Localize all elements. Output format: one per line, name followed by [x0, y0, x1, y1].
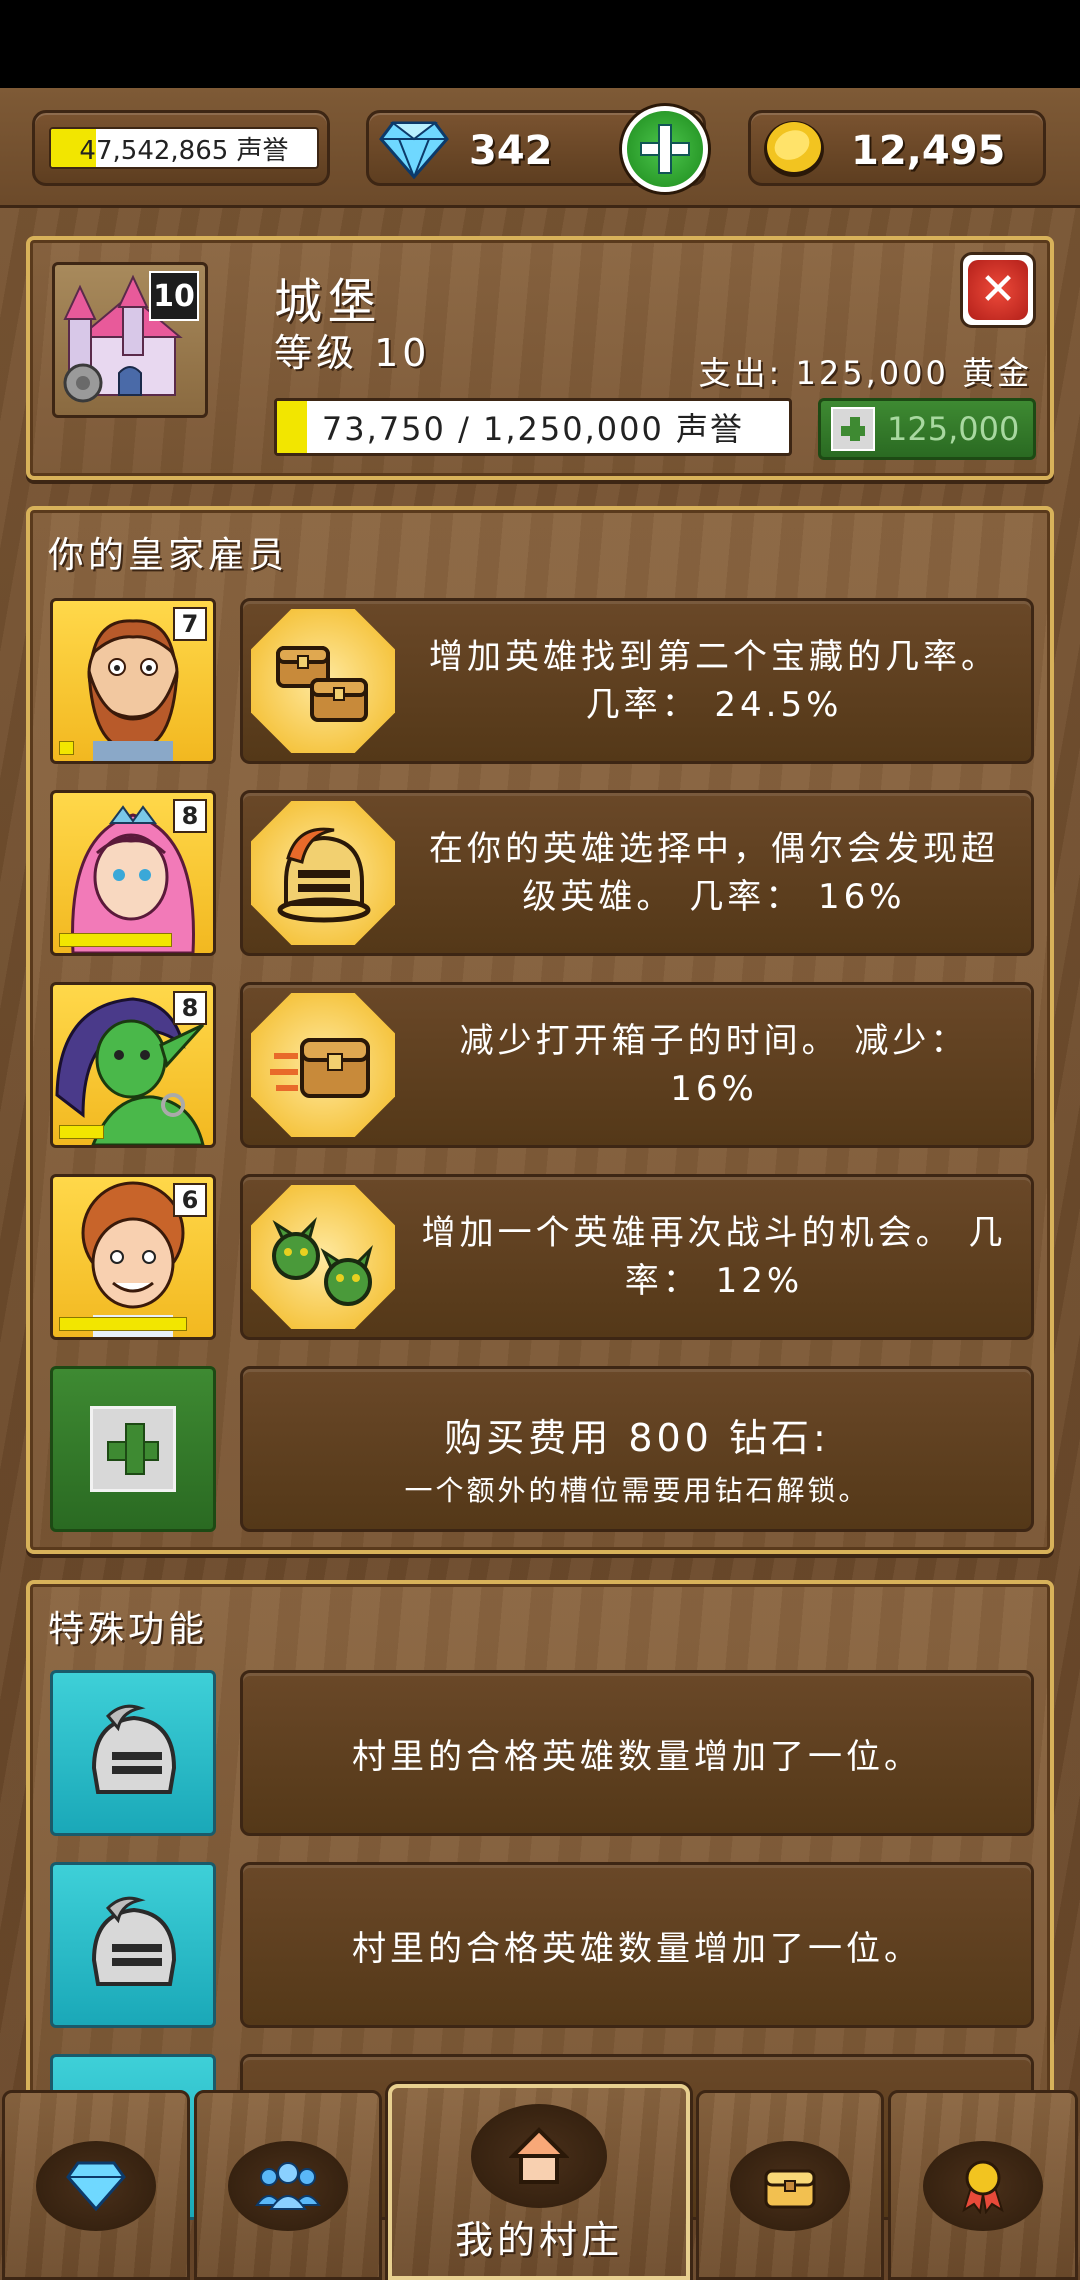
bearded-man-portrait[interactable]: 7	[50, 598, 216, 764]
tab-my-village-label: 我的村庄	[454, 2218, 623, 2262]
gems-count: 342	[469, 128, 553, 174]
feature-description: 村里的合格英雄数量增加了一位。	[352, 1928, 922, 1969]
tab-chests[interactable]	[696, 2090, 884, 2280]
upgrade-cost-label: 支出: 125,000 黄金	[698, 354, 1032, 392]
employee-row[interactable]: 8 减少打开箱子的时间。 减少： 16%	[50, 982, 1034, 1148]
double-chest-svg	[276, 646, 368, 722]
hero-helmet-icon	[251, 801, 395, 945]
fast-chest-svg	[270, 1038, 370, 1098]
tab-shop-oval	[36, 2141, 156, 2231]
gold-pill[interactable]: 12,495	[748, 110, 1046, 186]
reputation-progress-bar: 73,750 / 1,250,000 声誉	[274, 398, 792, 456]
add-gems-button[interactable]	[622, 106, 708, 192]
reputation-pill[interactable]: 47,542,865 声誉	[32, 110, 330, 186]
gold-count: 12,495	[851, 128, 1006, 174]
special-features-panel: 特殊功能 村里的合格英雄数量增加了一位。 村里的合格英雄数量增加了一位。	[26, 1580, 1054, 2220]
feature-description-box: 村里的合格英雄数量增加了一位。	[240, 1670, 1034, 1836]
buy-slot-title: 购买费用 800 钻石:	[444, 1416, 830, 1460]
bottom-navigation: 我的村庄	[0, 2084, 1080, 2280]
employee-level: 6	[173, 1183, 207, 1217]
feature-tile	[50, 1862, 216, 2028]
tab-heroes-oval	[228, 2141, 348, 2231]
reputation-progress-text: 73,750 / 1,250,000 声誉	[321, 410, 745, 448]
employees-title: 你的皇家雇员	[48, 535, 289, 576]
goblin-woman-portrait[interactable]: 8	[50, 982, 216, 1148]
employee-description: 增加一个英雄再次战斗的机会。 几率： 12%	[421, 1213, 1007, 1301]
tab-village-oval	[471, 2104, 607, 2208]
buy-slot-description-box[interactable]: 购买费用 800 钻石: 一个额外的槽位需要用钻石解锁。	[240, 1366, 1034, 1532]
castle-thumbnail[interactable]: 10	[52, 262, 208, 418]
building-level: 等级 10	[274, 331, 431, 375]
diamond-icon	[379, 121, 449, 179]
tab-my-village[interactable]: 我的村庄	[388, 2084, 690, 2280]
buy-slot-subtitle: 一个额外的槽位需要用钻石解锁。	[404, 1474, 870, 1507]
plus-icon-vertical	[658, 124, 672, 174]
employee-description: 增加英雄找到第二个宝藏的几率。 几率： 24.5%	[429, 637, 999, 725]
feature-tile	[50, 1670, 216, 1836]
upgrade-button[interactable]: 125,000	[818, 398, 1036, 460]
employee-description-box: 增加英雄找到第二个宝藏的几率。 几率： 24.5%	[240, 598, 1034, 764]
feature-row: 村里的合格英雄数量增加了一位。	[50, 1862, 1034, 2028]
employee-level: 7	[173, 607, 207, 641]
employee-description: 减少打开箱子的时间。 减少： 16%	[459, 1021, 969, 1109]
curly-boy-portrait[interactable]: 6	[50, 1174, 216, 1340]
employee-description-box: 增加一个英雄再次战斗的机会。 几率： 12%	[240, 1174, 1034, 1340]
gold-coin-icon	[764, 121, 824, 177]
tab-shop[interactable]	[2, 2090, 190, 2280]
goblin-heads-svg	[272, 1216, 373, 1306]
employee-xp-bar	[59, 741, 74, 755]
employee-xp-bar	[59, 933, 172, 947]
tab-heroes[interactable]	[194, 2090, 382, 2280]
buy-slot-button[interactable]	[50, 1366, 216, 1532]
reputation-text: 47,542,865 声誉	[79, 135, 289, 166]
double-chest-icon	[251, 609, 395, 753]
building-panel: 10 城堡 等级 10 ✕ 支出: 125,000 黄金 73,750 / 1,…	[26, 236, 1054, 480]
close-button[interactable]: ✕	[960, 252, 1036, 328]
resource-bar: 47,542,865 声誉 342 12,495	[0, 88, 1080, 208]
employee-description-box: 减少打开箱子的时间。 减少： 16%	[240, 982, 1034, 1148]
features-title: 特殊功能	[48, 1609, 209, 1650]
elf-woman-portrait[interactable]: 8	[50, 790, 216, 956]
employee-row[interactable]: 8 在你的英雄选择中，偶尔会发现超级英雄。 几率： 16%	[50, 790, 1034, 956]
goblin-heads-icon	[251, 1185, 395, 1329]
employee-xp-bar	[59, 1317, 187, 1331]
employee-level: 8	[173, 991, 207, 1025]
chest-icon	[764, 2169, 816, 2209]
knight-helmet-icon	[91, 1896, 177, 1986]
employee-xp-bar	[59, 1125, 104, 1139]
diamond-icon	[66, 2161, 126, 2212]
plus-icon	[90, 1406, 176, 1492]
house-icon	[509, 2127, 569, 2184]
employee-row[interactable]: 7 增加英雄找到第二个宝藏的几率。 几率： 24.5%	[50, 598, 1034, 764]
tab-achievements[interactable]	[888, 2090, 1078, 2280]
employee-level: 8	[173, 799, 207, 833]
status-bar	[0, 0, 1080, 88]
feature-row: 村里的合格英雄数量增加了一位。	[50, 1670, 1034, 1836]
upgrade-button-value: 125,000	[887, 410, 1020, 448]
employee-row[interactable]: 6 增加一个英雄再次战斗的机会。 几率： 12%	[50, 1174, 1034, 1340]
medal-icon	[962, 2160, 1004, 2214]
building-level-badge: 10	[149, 271, 199, 321]
employee-description-box: 在你的英雄选择中，偶尔会发现超级英雄。 几率： 16%	[240, 790, 1034, 956]
reputation-bar: 47,542,865 声誉	[49, 127, 319, 169]
employee-description: 在你的英雄选择中，偶尔会发现超级英雄。 几率： 16%	[429, 829, 999, 917]
knight-helmet-icon	[91, 1704, 177, 1794]
buy-slot-row[interactable]: 购买费用 800 钻石: 一个额外的槽位需要用钻石解锁。	[50, 1366, 1034, 1532]
plus-icon	[831, 407, 875, 451]
people-icon	[255, 2162, 321, 2210]
fast-chest-icon	[251, 993, 395, 1137]
close-icon: ✕	[968, 260, 1028, 320]
feature-description-box: 村里的合格英雄数量增加了一位。	[240, 1862, 1034, 2028]
tab-chests-oval	[730, 2141, 850, 2231]
employees-panel: 你的皇家雇员 7 增加英雄找到第二个宝藏的几率。 几率： 24.5% 8 在你的…	[26, 506, 1054, 1554]
feature-description: 村里的合格英雄数量增加了一位。	[352, 1736, 922, 1777]
tab-achievements-oval	[923, 2141, 1043, 2231]
hero-helmet-svg	[277, 827, 371, 923]
